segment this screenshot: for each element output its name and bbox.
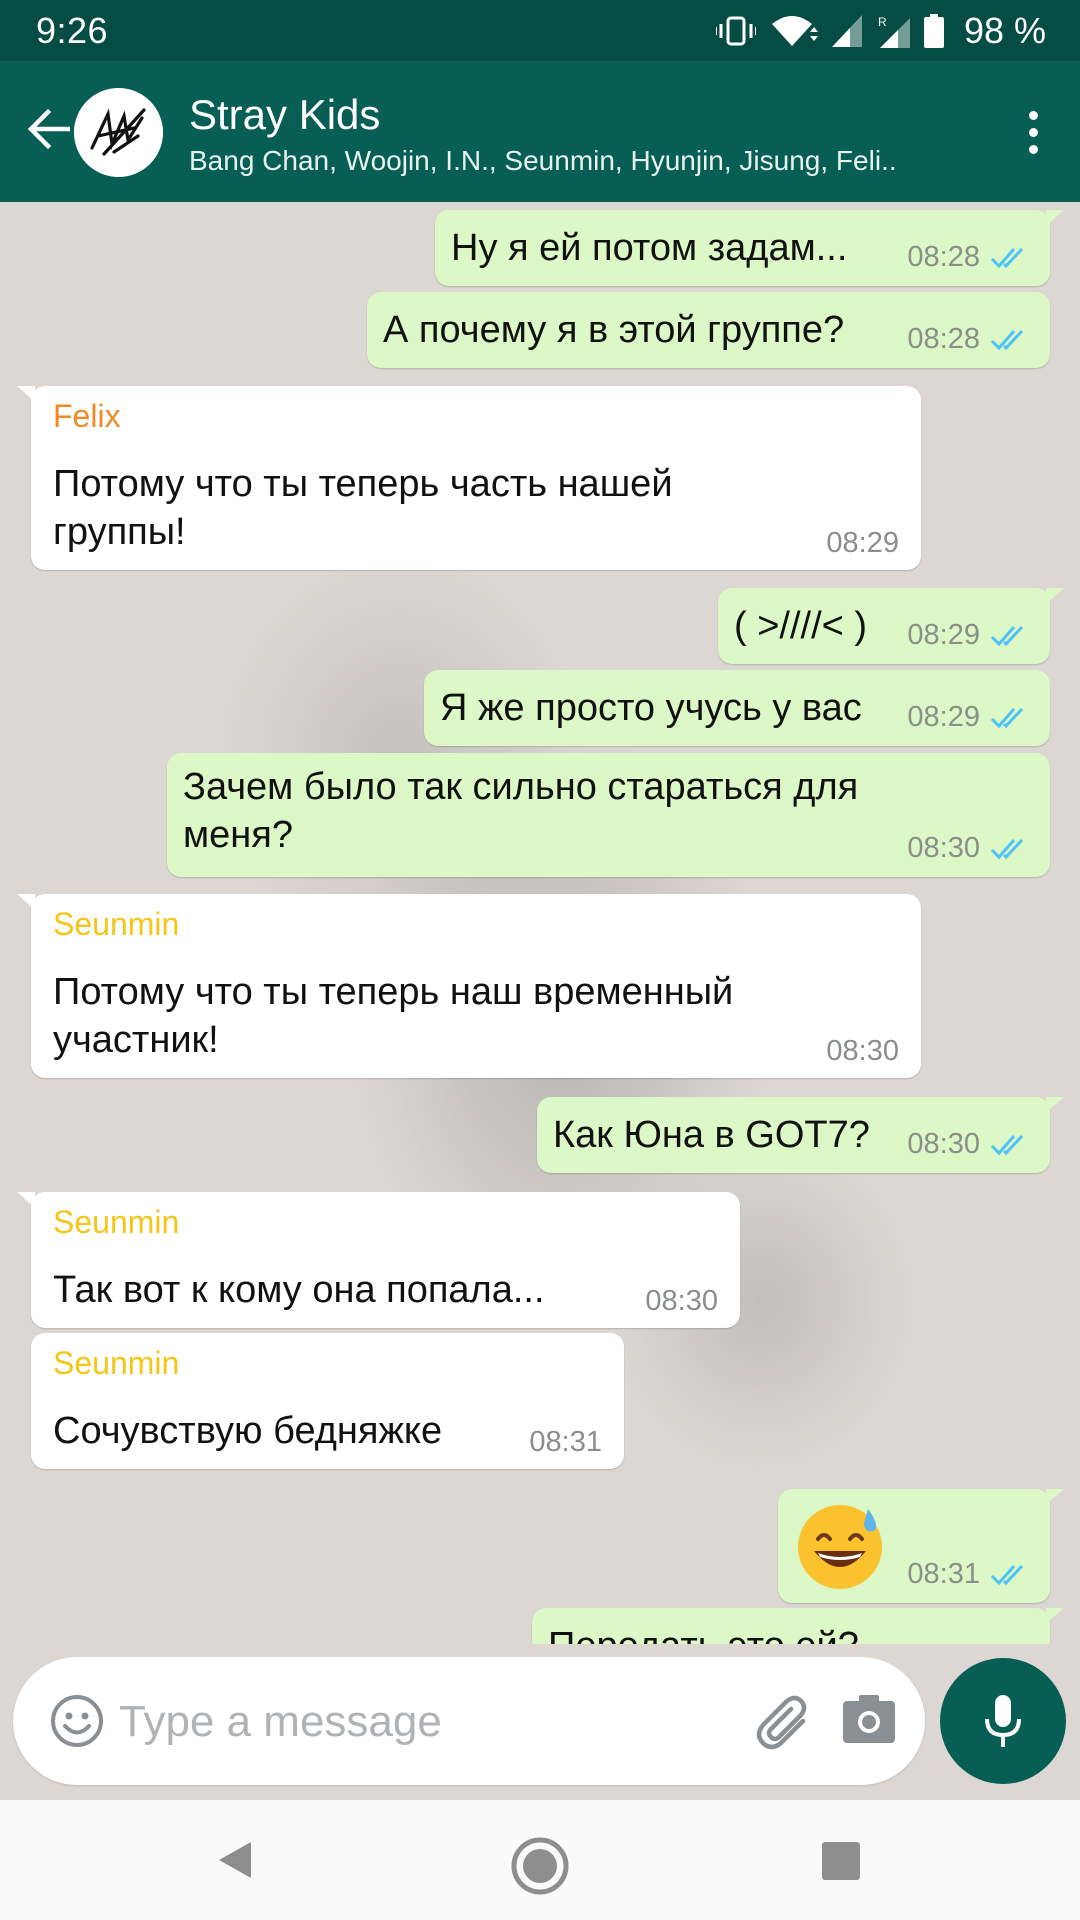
nav-home-icon bbox=[511, 1837, 569, 1895]
nav-recents-button[interactable] bbox=[822, 1842, 860, 1885]
message-text: Ну я ей потом задам... bbox=[451, 227, 848, 269]
outgoing-message[interactable]: Зачем было так сильно стараться для меня… bbox=[167, 753, 1050, 877]
chat-header: Stray Kids Bang Chan, Woojin, I.N., Seun… bbox=[0, 61, 1080, 202]
message-time: 08:30 bbox=[645, 1285, 718, 1317]
wifi-icon bbox=[771, 15, 818, 46]
status-time: 9:26 bbox=[36, 9, 109, 51]
emoji-icon bbox=[51, 1695, 103, 1747]
status-icons: R 98 % bbox=[715, 9, 1046, 52]
outgoing-message[interactable]: Ну я ей потом задам... 08:28 bbox=[435, 210, 1064, 286]
message-time: 08:28 bbox=[907, 323, 980, 355]
read-receipt-icon bbox=[990, 707, 1024, 728]
camera-icon bbox=[843, 1695, 895, 1743]
more-options-button[interactable] bbox=[1008, 99, 1058, 165]
incoming-message[interactable]: Felix Потому что ты теперь часть нашей г… bbox=[17, 386, 921, 570]
nav-back-button[interactable] bbox=[213, 1838, 257, 1887]
message-text: ( >////< ) bbox=[734, 605, 868, 647]
message-time: 08:29 bbox=[907, 619, 980, 651]
paperclip-icon bbox=[756, 1695, 807, 1750]
voice-message-button[interactable] bbox=[940, 1658, 1066, 1784]
message-text: Сочувствую бедняжке bbox=[53, 1410, 443, 1452]
message-time: 08:31 bbox=[529, 1426, 602, 1458]
emoji-button[interactable] bbox=[47, 1691, 107, 1751]
arrow-left-icon bbox=[27, 109, 70, 149]
message-text: Потому что ты теперь наш временный участ… bbox=[53, 971, 734, 1061]
system-navigation-bar bbox=[0, 1800, 1080, 1920]
message-text: Я же просто учусь у вас bbox=[440, 687, 862, 729]
chat-title[interactable]: Stray Kids bbox=[189, 91, 380, 139]
message-time: 08:30 bbox=[907, 832, 980, 864]
read-receipt-icon bbox=[990, 838, 1024, 859]
sender-name[interactable]: Seunmin bbox=[53, 1345, 179, 1382]
battery-icon bbox=[923, 13, 944, 48]
message-time: 08:28 bbox=[907, 241, 980, 273]
back-button[interactable] bbox=[18, 99, 78, 159]
message-text: Как Юна в GOT7? bbox=[553, 1114, 870, 1156]
message-time: 08:31 bbox=[907, 1558, 980, 1590]
group-avatar[interactable] bbox=[74, 88, 163, 177]
nav-recents-icon bbox=[822, 1842, 860, 1880]
message-time: 08:29 bbox=[826, 527, 899, 559]
svg-text:R: R bbox=[878, 15, 887, 29]
signal-roaming-icon: R bbox=[878, 15, 910, 48]
outgoing-message[interactable]: А почему я в этой группе? 08:28 bbox=[367, 292, 1050, 368]
outgoing-message[interactable]: Я же просто учусь у вас 08:29 bbox=[424, 670, 1050, 746]
message-text: Зачем было так сильно стараться для меня… bbox=[183, 766, 859, 856]
outgoing-message[interactable]: ( >////< ) 08:29 bbox=[718, 588, 1064, 664]
incoming-message[interactable]: Seunmin Так вот к кому она попала... 08:… bbox=[17, 1192, 740, 1328]
status-bar: 9:26 R 98 % bbox=[0, 0, 1080, 61]
message-composer bbox=[13, 1657, 925, 1785]
read-receipt-icon bbox=[990, 1564, 1024, 1585]
message-list[interactable]: Ну я ей потом задам... 08:28 А почему я … bbox=[0, 202, 1080, 1644]
sender-name[interactable]: Seunmin bbox=[53, 1204, 179, 1241]
message-text: Потому что ты теперь часть нашей группы! bbox=[53, 463, 673, 553]
stray-kids-logo bbox=[74, 88, 163, 177]
read-receipt-icon bbox=[990, 1134, 1024, 1155]
chat-members[interactable]: Bang Chan, Woojin, I.N., Seunmin, Hyunji… bbox=[189, 145, 949, 177]
message-text: А почему я в этой группе? bbox=[383, 309, 845, 351]
outgoing-message[interactable]: Как Юна в GOT7? 08:30 bbox=[537, 1097, 1064, 1173]
message-time: 08:30 bbox=[907, 1128, 980, 1160]
camera-button[interactable] bbox=[841, 1693, 901, 1751]
microphone-icon bbox=[985, 1695, 1021, 1747]
message-time: 08:30 bbox=[826, 1035, 899, 1067]
message-text: Так вот к кому она попала... bbox=[53, 1269, 545, 1311]
outgoing-message[interactable]: 08:31 bbox=[778, 1489, 1064, 1603]
nav-home-button[interactable] bbox=[510, 1836, 570, 1901]
sender-name[interactable]: Felix bbox=[53, 398, 121, 435]
incoming-message[interactable]: Seunmin Сочувствую бедняжке 08:31 bbox=[31, 1333, 624, 1469]
nav-back-icon bbox=[219, 1842, 251, 1878]
outgoing-message[interactable]: Передать это ей? bbox=[532, 1608, 1064, 1644]
read-receipt-icon bbox=[990, 329, 1024, 350]
attach-button[interactable] bbox=[753, 1691, 817, 1755]
battery-percentage: 98 % bbox=[963, 9, 1046, 51]
read-receipt-icon bbox=[990, 625, 1024, 646]
grinning-sweat-emoji bbox=[798, 1505, 882, 1589]
signal-icon bbox=[831, 14, 862, 47]
sender-name[interactable]: Seunmin bbox=[53, 906, 179, 943]
more-vertical-icon bbox=[1028, 110, 1038, 120]
incoming-message[interactable]: Seunmin Потому что ты теперь наш временн… bbox=[17, 894, 921, 1078]
message-text: Передать это ей? bbox=[548, 1622, 859, 1644]
vibrate-icon bbox=[715, 16, 756, 45]
message-input[interactable] bbox=[117, 1687, 721, 1757]
read-receipt-icon bbox=[990, 247, 1024, 268]
message-time: 08:29 bbox=[907, 701, 980, 733]
